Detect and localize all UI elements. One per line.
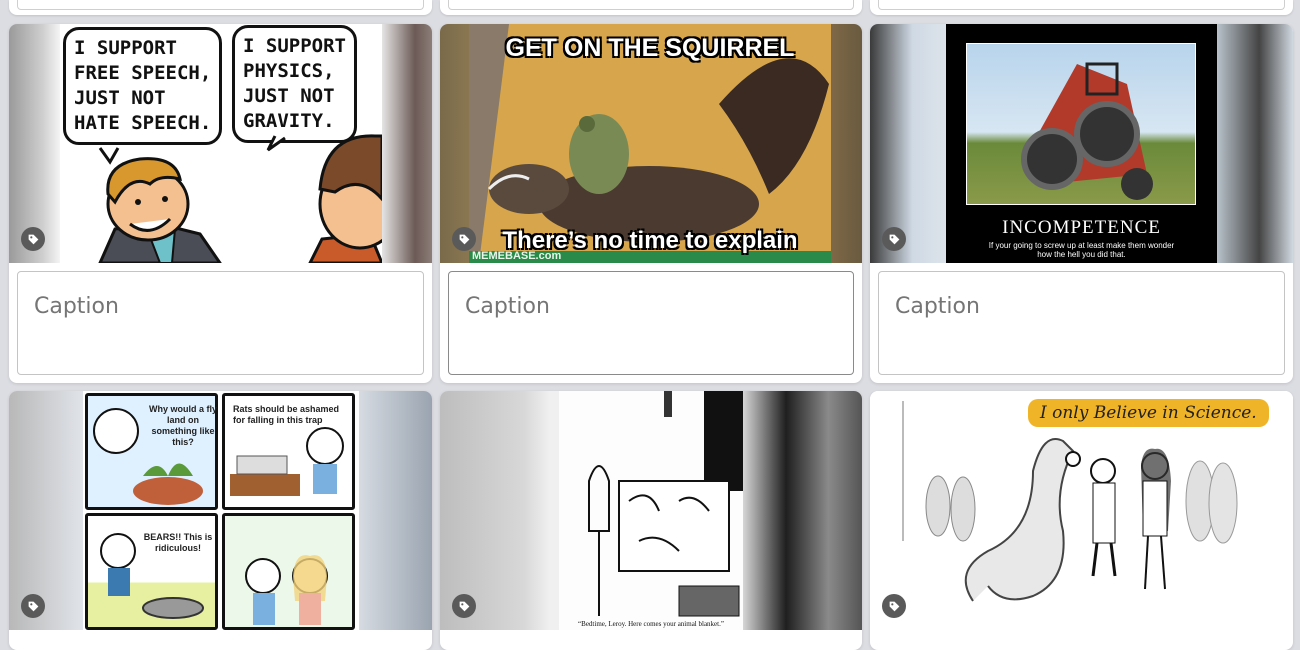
tag-icon [28,601,38,611]
speech-bubble: I only Believe in Science. [1028,399,1269,427]
tag-icon [889,601,899,611]
caption-input[interactable]: Caption [448,271,854,375]
tag-icon [889,234,899,244]
tag-button[interactable] [21,227,45,251]
previous-card-stub [440,0,862,15]
caption-input[interactable]: Caption [878,271,1285,375]
tag-button[interactable] [882,594,906,618]
meme-image: Why would a fly land on something like t… [83,391,359,630]
tag-icon [459,234,469,244]
comic-panel: Rats should be ashamed for falling in th… [222,393,355,510]
previous-card-stub [9,0,432,15]
meme-image: “Bedtime, Leroy. Here comes your animal … [559,391,743,630]
poster-title: INCOMPETENCE [1002,217,1161,238]
poster-subtitle: If your going to screw up at least make … [988,241,1175,259]
caption-input[interactable]: Caption [17,271,424,375]
meme-top-text: GET ON THE SQUIRREL [505,34,795,62]
comic-characters [98,134,382,263]
previous-card-stub [870,0,1293,15]
tag-button[interactable] [452,594,476,618]
comic-panel: Why would a fly land on something like t… [85,393,218,510]
meme-card: GET ON THE SQUIRREL There’s no time to e… [440,24,862,383]
meme-image-area[interactable]: INCOMPETENCE If your going to screw up a… [870,24,1293,263]
meme-image-area[interactable]: “Bedtime, Leroy. Here comes your animal … [440,391,862,630]
meme-image: INCOMPETENCE If your going to screw up a… [946,24,1217,263]
tag-button[interactable] [452,227,476,251]
tag-button[interactable] [882,227,906,251]
meme-image-area[interactable]: I only Believe in Science. [870,391,1293,630]
tag-button[interactable] [21,594,45,618]
tag-icon [28,234,38,244]
tag-icon [459,601,469,611]
meme-card: Why would a fly land on something like t… [9,391,432,650]
meme-image: I SUPPORT FREE SPEECH, JUST NOT HATE SPE… [60,24,382,263]
meme-image-area[interactable]: GET ON THE SQUIRREL There’s no time to e… [440,24,862,263]
meme-image-area[interactable]: Why would a fly land on something like t… [9,391,432,630]
meme-card: “Bedtime, Leroy. Here comes your animal … [440,391,862,650]
meme-card: I only Believe in Science. [870,391,1293,650]
comic-panel: BEARS!! This is ridiculous! [85,513,218,630]
meme-image-area[interactable]: I SUPPORT FREE SPEECH, JUST NOT HATE SPE… [9,24,432,263]
meme-watermark: MEMEBASE.com [472,250,562,262]
meme-card: I SUPPORT FREE SPEECH, JUST NOT HATE SPE… [9,24,432,383]
cartoon-caption: “Bedtime, Leroy. Here comes your animal … [578,620,724,628]
meme-image: I only Believe in Science. [893,391,1293,630]
comic-panel [222,513,355,630]
meme-card: INCOMPETENCE If your going to screw up a… [870,24,1293,383]
meme-image: GET ON THE SQUIRREL There’s no time to e… [469,24,831,263]
